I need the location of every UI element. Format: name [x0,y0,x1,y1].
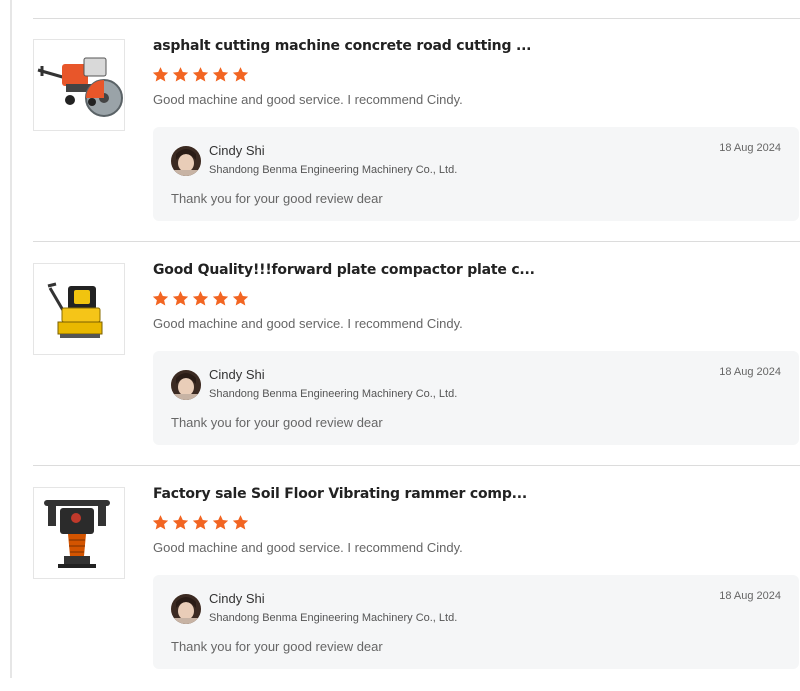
star-icon [152,291,169,306]
star-icon [172,291,189,306]
review-item: Good Quality!!!forward plate compactor p… [33,243,800,467]
product-thumbnail[interactable] [33,39,125,131]
star-icon [172,67,189,82]
reply-date: 18 Aug 2024 [719,590,781,602]
reply-text: Thank you for your good review dear [171,639,383,654]
star-icon [212,291,229,306]
review-list: asphalt cutting machine concrete road cu… [33,0,800,678]
replier-company: Shandong Benma Engineering Machinery Co.… [209,388,458,400]
star-icon [232,515,249,530]
divider [33,241,800,242]
plate-compactor-image [34,264,124,354]
concrete-cutter-image [34,40,124,130]
left-border [10,0,12,678]
star-icon [192,515,209,530]
seller-reply: Cindy Shi Shandong Benma Engineering Mac… [153,575,799,669]
rating-stars [152,514,249,532]
product-thumbnail[interactable] [33,263,125,355]
star-icon [152,67,169,82]
reply-date: 18 Aug 2024 [719,142,781,154]
star-icon [212,515,229,530]
review-comment: Good machine and good service. I recomme… [153,316,463,331]
rating-stars [152,290,249,308]
replier-company: Shandong Benma Engineering Machinery Co.… [209,612,458,624]
star-icon [152,515,169,530]
product-title[interactable]: Factory sale Soil Floor Vibrating rammer… [153,486,553,502]
replier-company: Shandong Benma Engineering Machinery Co.… [209,164,458,176]
star-icon [172,515,189,530]
rating-stars [152,66,249,84]
review-item: asphalt cutting machine concrete road cu… [33,19,800,243]
reply-text: Thank you for your good review dear [171,191,383,206]
avatar [171,370,201,400]
star-icon [232,291,249,306]
avatar [171,146,201,176]
avatar [171,594,201,624]
reply-date: 18 Aug 2024 [719,366,781,378]
product-thumbnail[interactable] [33,487,125,579]
product-title[interactable]: Good Quality!!!forward plate compactor p… [153,262,553,278]
review-comment: Good machine and good service. I recomme… [153,540,463,555]
star-icon [192,291,209,306]
seller-reply: Cindy Shi Shandong Benma Engineering Mac… [153,127,799,221]
tamping-rammer-image [34,488,124,578]
star-icon [232,67,249,82]
review-comment: Good machine and good service. I recomme… [153,92,463,107]
reply-text: Thank you for your good review dear [171,415,383,430]
replier-name: Cindy Shi [209,143,265,158]
divider [33,465,800,466]
product-title[interactable]: asphalt cutting machine concrete road cu… [153,38,553,54]
star-icon [212,67,229,82]
replier-name: Cindy Shi [209,591,265,606]
seller-reply: Cindy Shi Shandong Benma Engineering Mac… [153,351,799,445]
replier-name: Cindy Shi [209,367,265,382]
review-item: Factory sale Soil Floor Vibrating rammer… [33,467,800,691]
star-icon [192,67,209,82]
